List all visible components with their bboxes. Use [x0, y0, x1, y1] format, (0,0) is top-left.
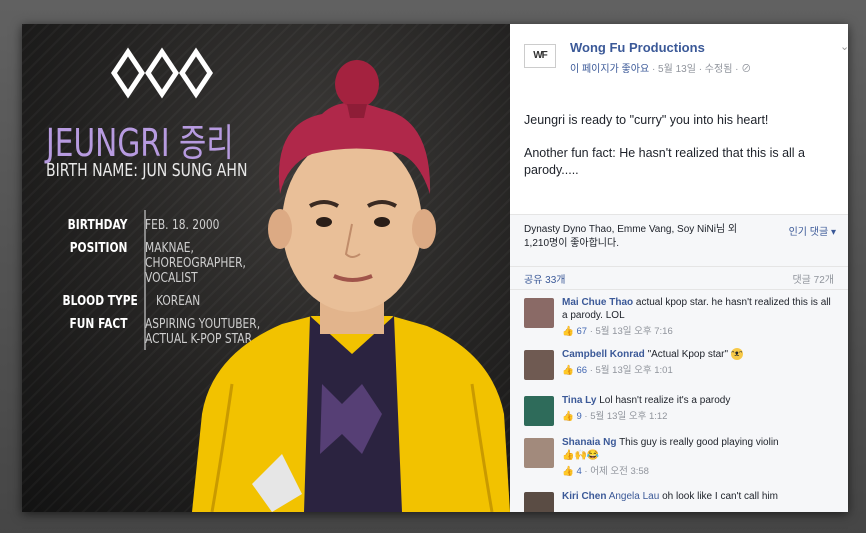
commenter-name[interactable]: Mai Chue Thao [562, 297, 633, 308]
thumbs-up-icon[interactable]: 👍 [562, 411, 574, 422]
commenter-name[interactable]: Kiri Chen [562, 491, 606, 502]
comment-text: oh look like I can't call him [662, 491, 778, 502]
post-body: Jeungri is ready to "curry" you into his… [524, 112, 834, 195]
post-meta: 이 페이지가 좋아요 · 5월 13일 · 수정됨 · ⊘ [570, 60, 751, 75]
share-bar: 공유 33개 댓글 72개 [510, 266, 848, 290]
comment-body: Campbell Konrad "Actual Kpop star" ᵔᴥᵔ 👍… [562, 348, 832, 377]
commenter-name[interactable]: Shanaia Ng [562, 437, 616, 448]
comment-meta: 👍 9 · 5월 13일 오후 1:12 [562, 410, 832, 423]
comment-text: "Actual Kpop star" [647, 349, 729, 360]
fact-key: BLOOD TYPE [62, 294, 138, 309]
reactions-bar: Dynasty Dyno Thao, Emme Vang, Soy NiNi님 … [510, 214, 848, 267]
comment-text: This guy is really good playing violin [619, 437, 779, 448]
avatar[interactable] [524, 492, 554, 512]
comment-body: Kiri Chen Angela Lau oh look like I can'… [562, 490, 832, 503]
person-portrait [192, 60, 510, 512]
avatar[interactable] [524, 438, 554, 468]
fact-key: FUN FACT [69, 317, 128, 332]
comment-time[interactable]: · 5월 13일 오후 1:01 [590, 365, 673, 376]
post-photo[interactable]: JEUNGRI 증리 BIRTH NAME: JUN SUNG AHN BIRT… [22, 24, 510, 512]
post-header: WF Wong Fu Productions 이 페이지가 좋아요 · 5월 1… [524, 38, 848, 78]
commenter-name[interactable]: Tina Ly [562, 395, 596, 406]
comment-emojis: 👍🙌😂 [562, 450, 600, 461]
mention-link[interactable]: Angela Lau [609, 491, 660, 502]
comment-body: Tina Ly Lol hasn't realize it's a parody… [562, 394, 832, 423]
avatar[interactable] [524, 350, 554, 380]
thumbs-up-icon[interactable]: 👍 [562, 326, 574, 337]
thumbs-up-icon[interactable]: 👍 [562, 466, 574, 477]
comment-likes[interactable]: 67 [576, 326, 587, 337]
avatar[interactable] [524, 298, 554, 328]
likes-summary[interactable]: Dynasty Dyno Thao, Emme Vang, Soy NiNi님 … [524, 223, 754, 251]
like-page-link[interactable]: 이 페이지가 좋아요 [570, 64, 649, 75]
comment-body: Mai Chue Thao actual kpop star. he hasn'… [562, 296, 832, 338]
post-text-line: Another fun fact: He hasn't realized tha… [524, 146, 806, 177]
avatar[interactable] [524, 396, 554, 426]
chevron-down-icon[interactable]: ⌄ [840, 40, 848, 53]
comment-meta: 👍 66 · 5월 13일 오후 1:01 [562, 364, 832, 377]
comment-meta: 👍 67 · 5월 13일 오후 7:16 [562, 325, 832, 338]
page-name-link[interactable]: Wong Fu Productions [570, 40, 705, 55]
comment-likes[interactable]: 66 [576, 365, 587, 376]
comment-meta: 👍 4 · 어제 오전 3:58 [562, 465, 832, 478]
comment-count[interactable]: 댓글 72개 [792, 271, 834, 286]
comments-list: Mai Chue Thao actual kpop star. he hasn'… [510, 290, 848, 512]
comment-time[interactable]: · 어제 오전 3:58 [584, 466, 649, 477]
comment-likes[interactable]: 4 [576, 466, 581, 477]
comment-text: Lol hasn't realize it's a parody [599, 395, 731, 406]
comment-body: Shanaia Ng This guy is really good playi… [562, 436, 832, 478]
fact-key: BIRTHDAY [67, 218, 128, 233]
page-avatar[interactable]: WF [524, 44, 556, 68]
post-text-line: Jeungri is ready to "curry" you into his… [524, 113, 769, 127]
comment-time[interactable]: · 5월 13일 오후 1:12 [584, 411, 667, 422]
share-count-link[interactable]: 공유 33개 [524, 271, 566, 286]
post-date[interactable]: · 5월 13일 · 수정됨 · [649, 64, 741, 75]
post-side-panel: WF Wong Fu Productions 이 페이지가 좋아요 · 5월 1… [510, 24, 848, 512]
comment-time[interactable]: · 5월 13일 오후 7:16 [590, 326, 673, 337]
commenter-name[interactable]: Campbell Konrad [562, 349, 645, 360]
thumbs-up-icon[interactable]: 👍 [562, 365, 574, 376]
globe-icon: ⊘ [741, 64, 752, 75]
laughing-emoji-icon: ᵔᴥᵔ [730, 348, 743, 361]
fact-key: POSITION [69, 241, 128, 256]
comment-likes[interactable]: 9 [576, 411, 581, 422]
top-comments-dropdown[interactable]: 인기 댓글 ▾ [789, 223, 836, 238]
photo-lightbox: JEUNGRI 증리 BIRTH NAME: JUN SUNG AHN BIRT… [22, 24, 848, 512]
